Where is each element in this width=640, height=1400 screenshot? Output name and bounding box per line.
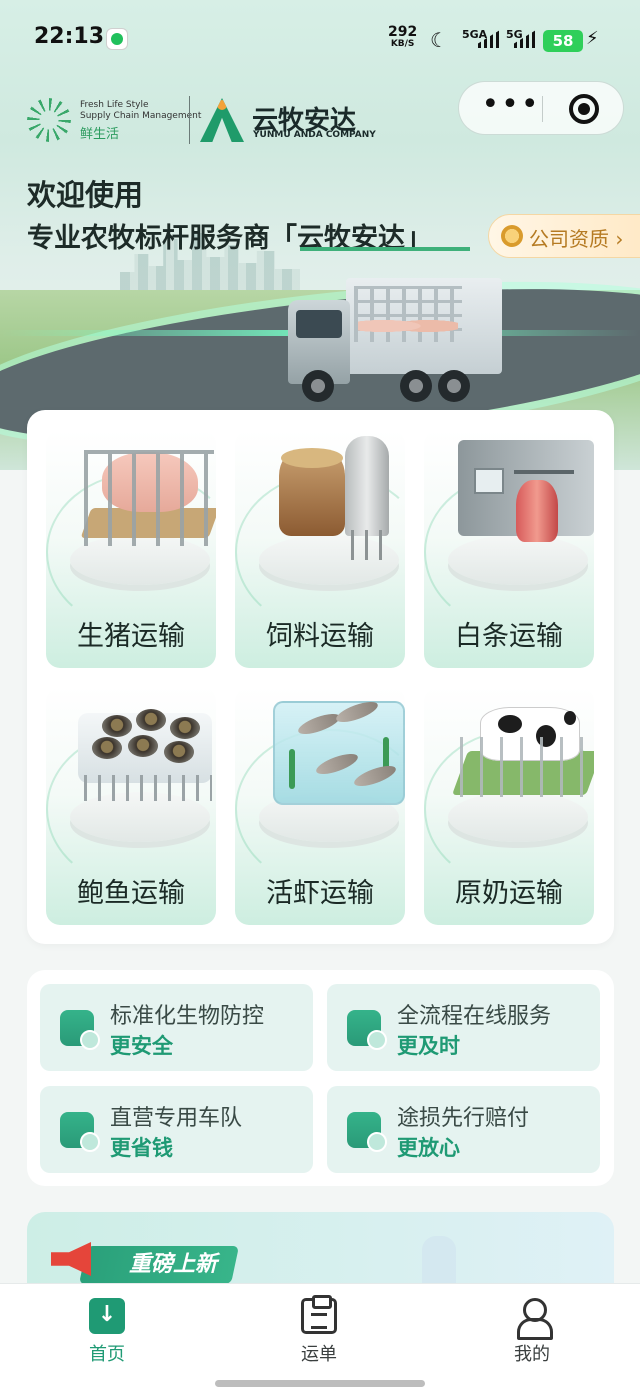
truck-pigs [358, 314, 458, 338]
service-abalone-transport[interactable]: 鲍鱼运输 [46, 687, 216, 925]
livestock-truck-illustration [288, 278, 502, 402]
tab-me[interactable]: 我的 [472, 1296, 592, 1366]
feature-loss-compensation: 途损先行赔付 更放心 [327, 1086, 600, 1173]
feature-biosecurity: 标准化生物防控 更安全 [40, 984, 313, 1071]
box-heart-icon [347, 1112, 387, 1152]
cold-room-window [474, 468, 504, 494]
service-carcass-transport[interactable]: 白条运输 [424, 430, 594, 668]
abalone-icon [128, 735, 158, 757]
partner-logo-text: Fresh Life Style Supply Chain Management [80, 100, 201, 122]
fresh-life-logo-icon [27, 98, 71, 142]
truck-wheel [438, 370, 470, 402]
service-shrimp-transport[interactable]: 活虾运输 [235, 687, 405, 925]
truck-window [296, 310, 342, 338]
abalone-icon [164, 741, 194, 763]
feature-title: 途损先行赔付 [397, 1106, 530, 1131]
tray-grid [84, 775, 212, 801]
tab-label: 首页 [89, 1344, 125, 1365]
truck-wheel [400, 370, 432, 402]
features-card: 标准化生物防控 更安全 全流程在线服务 更及时 直营专用车队 更省钱 途损先行赔… [27, 970, 614, 1186]
home-box-icon [89, 1298, 125, 1334]
service-feed-transport[interactable]: 饲料运输 [235, 430, 405, 668]
silo-legs [351, 530, 383, 560]
more-menu-button[interactable]: ••• [479, 82, 543, 136]
platform [448, 792, 588, 842]
logo-divider [189, 96, 190, 144]
clipboard-icon [301, 1295, 337, 1334]
cow-spot [564, 711, 576, 725]
slogan-underline [300, 247, 470, 251]
feature-title: 标准化生物防控 [110, 1004, 265, 1029]
sim2-label: 5G [506, 28, 523, 41]
service-label: 生猪运输 [77, 621, 185, 652]
tab-label: 我的 [514, 1344, 550, 1365]
do-not-disturb-moon-icon: ☾ [430, 28, 448, 52]
shield-icon [60, 1010, 100, 1050]
abalone-icon [92, 737, 122, 759]
battery-level: 58 [543, 30, 583, 52]
network-speed: 292 KB/S [388, 25, 417, 50]
hook-rail [514, 470, 574, 474]
partner-cn-name: 鲜生活 [80, 127, 120, 142]
qualification-button[interactable]: 公司资质 › [488, 214, 640, 258]
miniprogram-capsule: ••• [458, 81, 624, 135]
new-release-title: 重磅上新 [129, 1252, 218, 1277]
platform [448, 535, 588, 585]
service-label: 鲍鱼运输 [77, 878, 185, 909]
service-label: 白条运输 [455, 621, 563, 652]
welcome-heading: 欢迎使用 [27, 178, 144, 212]
heart-hand-icon [347, 1010, 387, 1050]
new-release-tag: 重磅上新 [78, 1246, 240, 1284]
abalone-icon [102, 715, 132, 737]
partner-en-line2: Supply Chain Management [80, 111, 202, 121]
grain-pile [281, 448, 343, 468]
capsule-divider [542, 96, 543, 122]
feature-online-service: 全流程在线服务 更及时 [327, 984, 600, 1071]
new-release-banner[interactable]: 重磅上新 [27, 1212, 614, 1292]
user-icon [514, 1298, 553, 1340]
megaphone-icon [51, 1242, 91, 1276]
truck-wheel [302, 370, 334, 402]
medal-icon [501, 225, 523, 247]
chevron-right-icon: › [615, 227, 624, 251]
tab-home[interactable]: 首页 [47, 1296, 167, 1366]
charging-bolt-icon: ⚡ [586, 28, 599, 49]
tab-orders[interactable]: 运单 [259, 1295, 379, 1366]
message-notification-icon [106, 28, 128, 50]
service-milk-transport[interactable]: 原奶运输 [424, 687, 594, 925]
service-label: 原奶运输 [455, 878, 563, 909]
abalone-icon [136, 709, 166, 731]
company-en-name: YUNMU ANDA COMPANY [253, 130, 376, 140]
seaweed [289, 749, 295, 789]
service-label: 饲料运输 [266, 621, 374, 652]
service-label: 活虾运输 [266, 878, 374, 909]
money-bag-icon [60, 1112, 100, 1152]
abalone-icon [170, 717, 200, 739]
feature-highlight: 更放心 [397, 1136, 460, 1160]
qualification-label: 公司资质 › [529, 227, 624, 251]
close-target-button[interactable] [569, 94, 599, 124]
fence-icon [84, 450, 214, 546]
cow-spot [498, 715, 522, 733]
home-indicator[interactable] [215, 1380, 425, 1387]
status-bar: 22:13 292 KB/S ☾ 5GA 5G 58 ⚡ [0, 0, 640, 80]
tab-label: 运单 [301, 1344, 337, 1365]
feature-title: 直营专用车队 [110, 1106, 243, 1131]
sim1-label: 5GA [462, 28, 488, 41]
network-speed-unit: KB/S [390, 39, 415, 49]
feature-direct-fleet: 直营专用车队 更省钱 [40, 1086, 313, 1173]
feature-highlight: 更及时 [397, 1034, 460, 1058]
carcass-icon [516, 480, 558, 542]
fence-icon [460, 737, 594, 797]
partner-en-line1: Fresh Life Style [80, 100, 149, 110]
feature-highlight: 更安全 [110, 1034, 173, 1058]
silo-icon [345, 436, 389, 536]
feature-title: 全流程在线服务 [397, 1004, 552, 1029]
feature-highlight: 更省钱 [110, 1136, 173, 1160]
service-grid: 生猪运输 饲料运输 白条运输 鲍鱼运输 活虾运输 原奶运输 [27, 410, 614, 944]
status-time: 22:13 [34, 24, 105, 49]
service-pig-transport[interactable]: 生猪运输 [46, 430, 216, 668]
